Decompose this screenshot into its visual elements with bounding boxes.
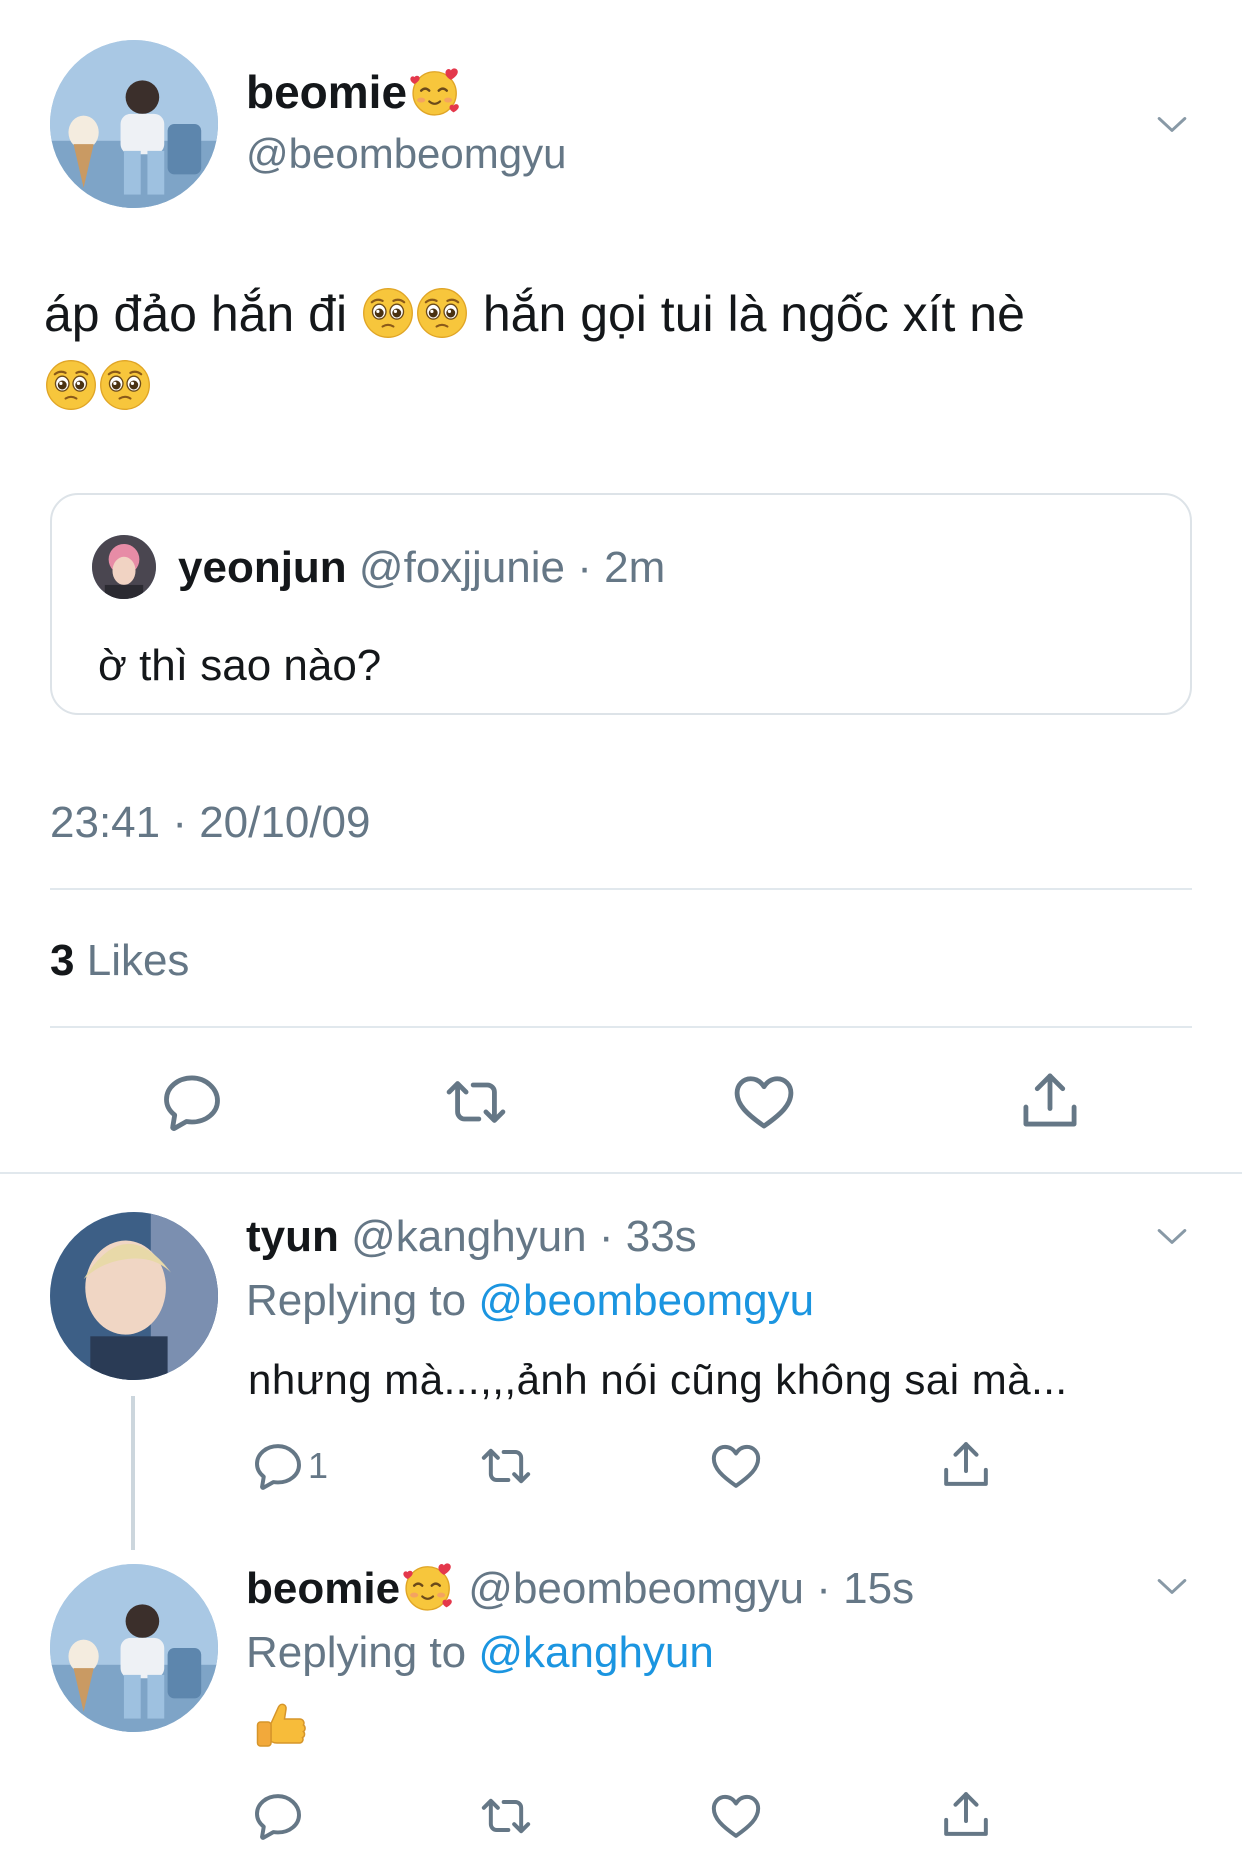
likes-label: Likes [86,936,190,985]
share-button[interactable] [938,1436,994,1492]
divider [50,888,1192,890]
pleading-face-icon [98,358,152,412]
quoted-time: · 2m [577,543,666,592]
reply-header: beomie @beombeomgyu · 15s [246,1560,914,1618]
replying-to-link[interactable]: @kanghyun [478,1628,714,1677]
divider [50,1026,1192,1028]
chevron-down-icon[interactable] [1150,1564,1194,1608]
retweet-button[interactable] [442,1068,510,1136]
heart-icon [708,1438,764,1494]
pleading-face-icon [361,286,415,340]
comment-icon [250,1788,306,1844]
thumbs-up-icon [250,1698,310,1758]
share-button[interactable] [1016,1066,1084,1134]
comment-icon [158,1068,226,1136]
user-handle[interactable]: @beombeomgyu [246,126,566,182]
like-button[interactable] [730,1068,798,1136]
reply-time: · 15s [816,1564,915,1613]
replying-label: Replying to [246,1628,467,1677]
avatar-image [50,40,218,208]
replying-to: Replying to @beombeomgyu [246,1272,814,1330]
replying-to: Replying to @kanghyun [246,1624,714,1682]
like-button[interactable] [708,1438,764,1494]
reply-display-name[interactable]: tyun [246,1212,339,1261]
replying-to-link[interactable]: @beombeomgyu [478,1276,814,1325]
reply-handle[interactable]: @beombeomgyu [468,1564,804,1613]
retweet-button[interactable] [478,1438,534,1494]
smiling-face-with-hearts-icon [402,1560,456,1614]
tweet-text: áp đảo hắn đi hắn gọi tui là ngốc xít nè [44,278,1204,422]
reply-avatar-beomie[interactable] [50,1564,218,1732]
pleading-face-icon [415,286,469,340]
reply-button[interactable]: 1 [250,1438,328,1494]
quoted-tweet[interactable]: yeonjun @foxjjunie · 2m ờ thì sao nào? [50,493,1192,715]
quoted-handle: @foxjjunie [358,543,566,592]
avatar-beomie[interactable] [50,40,218,208]
share-button[interactable] [938,1786,994,1842]
comment-icon [250,1438,306,1494]
reply-text: nhưng mà...,,,ảnh nói cũng không sai mà.… [248,1356,1068,1403]
reply-count: 1 [308,1445,329,1486]
retweet-icon [442,1068,510,1136]
reply-time: · 33s [598,1212,697,1261]
pleading-face-icon [44,358,98,412]
quoted-name: yeonjun [178,543,347,592]
replying-label: Replying to [246,1276,467,1325]
reply-avatar-tyun[interactable] [50,1212,218,1380]
retweet-icon [478,1438,534,1494]
chevron-down-icon[interactable] [1150,1214,1194,1258]
share-icon [1016,1066,1084,1134]
reply-thread-line [131,1396,135,1550]
quoted-avatar [92,535,156,599]
likes-stat[interactable]: 3 Likes [50,932,189,990]
chevron-down-icon[interactable] [1150,102,1194,146]
retweet-button[interactable] [478,1788,534,1844]
reply-handle[interactable]: @kanghyun [351,1212,587,1261]
heart-icon [708,1788,764,1844]
reply-text [250,1698,310,1763]
smiling-face-with-hearts-icon [409,65,463,119]
share-icon [938,1436,994,1492]
reply-header: tyun @kanghyun · 33s [246,1208,697,1266]
heart-icon [730,1068,798,1136]
quoted-text: ờ thì sao nào? [98,641,382,690]
retweet-icon [478,1788,534,1844]
reply-button[interactable] [158,1068,226,1136]
quoted-header: yeonjun @foxjjunie · 2m [178,539,665,597]
like-button[interactable] [708,1788,764,1844]
display-name[interactable]: beomie [246,62,463,122]
reply-button[interactable] [250,1788,306,1844]
tweet-timestamp[interactable]: 23:41 · 20/10/09 [50,794,370,852]
section-divider [0,1172,1242,1174]
reply-display-name[interactable]: beomie [246,1564,400,1613]
share-icon [938,1786,994,1842]
likes-count: 3 [50,936,75,985]
